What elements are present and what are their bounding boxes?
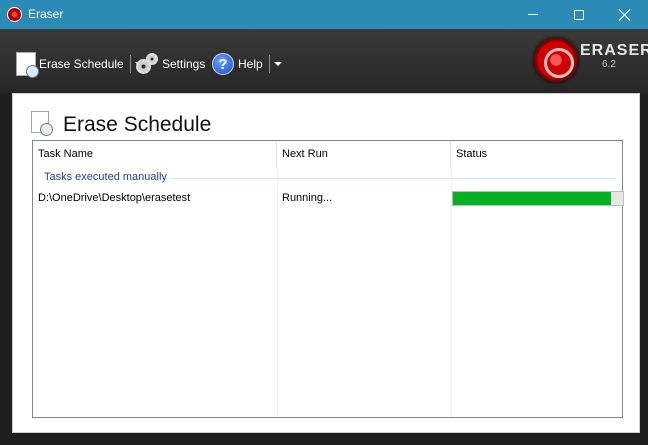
logo-version: 6.2 xyxy=(602,59,616,70)
column-header-task-name[interactable]: Task Name xyxy=(33,141,277,169)
settings-label: Settings xyxy=(162,57,206,71)
maximize-icon xyxy=(574,9,584,20)
title-bar[interactable]: Eraser xyxy=(0,0,648,29)
erase-schedule-label: Erase Schedule xyxy=(39,57,124,71)
eraser-logo-icon xyxy=(534,38,578,82)
help-icon: ? xyxy=(212,53,234,75)
gears-icon xyxy=(136,53,158,75)
page-title: Erase Schedule xyxy=(63,113,212,136)
group-divider xyxy=(93,178,617,179)
close-icon xyxy=(619,9,631,21)
schedule-document-icon xyxy=(16,52,39,78)
window-title: Eraser xyxy=(28,7,64,21)
chevron-down-icon[interactable] xyxy=(273,62,282,66)
schedule-document-icon xyxy=(31,111,53,136)
column-header-status[interactable]: Status xyxy=(451,141,624,169)
next-run-cell: Running... xyxy=(282,192,333,204)
help-label: Help xyxy=(238,57,263,71)
progress-fill xyxy=(453,192,612,205)
group-header[interactable]: Tasks executed manually xyxy=(44,171,170,183)
minimize-button[interactable] xyxy=(510,0,556,29)
logo-text: ERASER xyxy=(580,42,648,59)
eraser-app-icon[interactable] xyxy=(7,7,22,22)
column-header-next-run[interactable]: Next Run xyxy=(277,141,451,169)
task-list[interactable]: Task Name Next Run Status Tasks executed… xyxy=(32,140,624,418)
status-progress-bar xyxy=(452,191,624,206)
toolbar-separator xyxy=(129,55,131,73)
help-button[interactable]: ? Help xyxy=(212,51,282,77)
content-panel: Erase Schedule Task Name Next Run Status… xyxy=(12,93,640,433)
minimize-icon xyxy=(528,14,538,15)
toolbar-separator xyxy=(268,55,270,73)
settings-button[interactable]: Settings xyxy=(136,51,205,77)
task-name-cell: D:\OneDrive\Desktop\erasetest xyxy=(38,192,191,204)
close-button[interactable] xyxy=(602,0,648,29)
erase-schedule-button[interactable]: Erase Schedule xyxy=(16,51,143,78)
maximize-button[interactable] xyxy=(556,0,602,29)
